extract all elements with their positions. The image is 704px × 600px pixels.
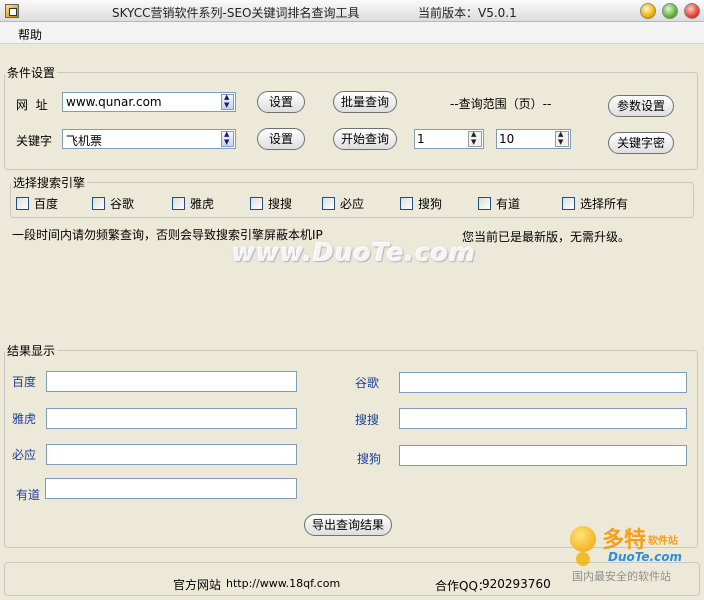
params-settings-button[interactable]: 参数设置 — [608, 95, 674, 117]
checkbox-box[interactable] — [478, 197, 491, 210]
result-field-google[interactable] — [399, 372, 687, 393]
keyword-value: 飞机票 — [66, 134, 103, 148]
keyword-set-button[interactable]: 设置 — [257, 128, 305, 150]
keyword-dropdown-arrow-icon[interactable] — [221, 130, 234, 147]
result-field-bing[interactable] — [46, 444, 297, 465]
engine-checkbox-yahoo[interactable]: 雅虎 — [172, 195, 214, 212]
checkbox-box[interactable] — [92, 197, 105, 210]
conditions-group: 条件设置 — [4, 64, 698, 170]
close-button[interactable] — [684, 3, 700, 19]
engine-checkbox-youdao[interactable]: 有道 — [478, 195, 520, 212]
checkbox-box[interactable] — [400, 197, 413, 210]
checkbox-label: 百度 — [34, 197, 59, 211]
update-status: 您当前已是最新版，无需升级。 — [462, 230, 631, 244]
checkbox-label: 选择所有 — [580, 197, 629, 211]
checkbox-box[interactable] — [562, 197, 575, 210]
result-label-sogou: 搜狗 — [357, 452, 382, 466]
checkbox-box[interactable] — [16, 197, 29, 210]
batch-query-button[interactable]: 批量查询 — [333, 91, 397, 113]
engine-checkbox-soso[interactable]: 搜搜 — [250, 195, 292, 212]
menu-help[interactable]: 帮助 — [18, 26, 42, 43]
duote-logo: 多特 软件站 DuoTe.com 国内最安全的软件站 — [568, 522, 700, 584]
range-to-value: 10 — [499, 132, 515, 146]
maximize-button[interactable] — [662, 3, 678, 19]
app-icon — [5, 4, 19, 18]
version-label: 当前版本：V5.0.1 — [418, 6, 517, 20]
engines-legend: 选择搜索引擎 — [13, 176, 86, 190]
checkbox-label: 必应 — [340, 197, 365, 211]
checkbox-box[interactable] — [250, 197, 263, 210]
results-legend: 结果显示 — [7, 344, 56, 358]
url-value: www.qunar.com — [66, 95, 162, 109]
engine-checkbox-bing[interactable]: 必应 — [322, 195, 364, 212]
result-label-baidu: 百度 — [12, 375, 37, 389]
checkbox-label: 有道 — [496, 197, 521, 211]
range-to-stepper[interactable]: 10 — [496, 129, 571, 149]
footer-qq-value: 920293760 — [482, 577, 551, 591]
start-query-button[interactable]: 开始查询 — [333, 128, 397, 150]
window-title: SKYCC营销软件系列-SEO关键词排名查询工具 — [112, 6, 360, 20]
result-label-yahoo: 雅虎 — [12, 412, 37, 426]
engine-checkbox-all[interactable]: 选择所有 — [562, 195, 628, 212]
title-bar[interactable]: SKYCC营销软件系列-SEO关键词排名查询工具 当前版本：V5.0.1 — [0, 0, 704, 22]
footer-site-label: 官方网站 — [173, 578, 222, 592]
watermark-text: www.DuoTe.com — [232, 238, 477, 267]
checkbox-label: 雅虎 — [190, 197, 215, 211]
url-set-button[interactable]: 设置 — [257, 91, 305, 113]
menu-bar: 帮助 — [0, 22, 704, 44]
url-combobox[interactable]: www.qunar.com — [62, 92, 236, 112]
result-field-sogou[interactable] — [399, 445, 687, 466]
range-from-stepper[interactable]: 1 — [414, 129, 484, 149]
result-field-youdao[interactable] — [45, 478, 297, 499]
result-field-yahoo[interactable] — [46, 408, 297, 429]
query-range-label: --查询范围（页）-- — [450, 97, 552, 111]
engine-checkbox-baidu[interactable]: 百度 — [16, 195, 58, 212]
result-field-soso[interactable] — [399, 408, 687, 429]
export-results-button[interactable]: 导出查询结果 — [304, 514, 392, 536]
keyword-label: 关键字 — [16, 134, 53, 148]
result-label-youdao: 有道 — [16, 488, 41, 502]
checkbox-label: 搜搜 — [268, 197, 293, 211]
result-label-google: 谷歌 — [355, 376, 380, 390]
url-label: 网 址 — [16, 98, 48, 112]
result-label-soso: 搜搜 — [355, 413, 380, 427]
keyword-combobox[interactable]: 飞机票 — [62, 129, 236, 149]
logo-site-text: DuoTe.com — [608, 550, 682, 564]
result-label-bing: 必应 — [12, 448, 37, 462]
keyword-density-button[interactable]: 关键字密 — [608, 132, 674, 154]
minimize-button[interactable] — [640, 3, 656, 19]
engine-checkbox-google[interactable]: 谷歌 — [92, 195, 134, 212]
range-to-spin-icon[interactable] — [555, 130, 569, 147]
checkbox-label: 谷歌 — [110, 197, 135, 211]
checkbox-box[interactable] — [172, 197, 185, 210]
range-from-value: 1 — [417, 132, 425, 146]
checkbox-box[interactable] — [322, 197, 335, 210]
url-dropdown-arrow-icon[interactable] — [221, 93, 234, 110]
logo-slogan: 国内最安全的软件站 — [572, 570, 671, 583]
checkbox-label: 搜狗 — [418, 197, 443, 211]
footer-site-url[interactable]: http://www.18qf.com — [226, 577, 340, 590]
range-from-spin-icon[interactable] — [468, 130, 482, 147]
smiley-mascot-icon — [570, 526, 596, 566]
logo-small-text: 软件站 — [648, 536, 678, 547]
engine-checkbox-sogou[interactable]: 搜狗 — [400, 195, 442, 212]
result-field-baidu[interactable] — [46, 371, 297, 392]
conditions-legend: 条件设置 — [7, 66, 56, 80]
